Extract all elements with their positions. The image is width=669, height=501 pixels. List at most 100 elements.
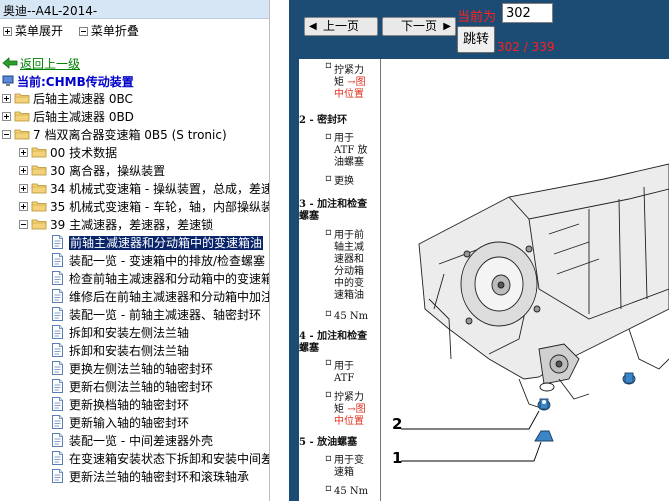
- tree-document-node[interactable]: 更换左侧法兰轴的轴密封环: [52, 361, 213, 379]
- expand-toggle-icon[interactable]: [19, 184, 28, 193]
- tree-node-label[interactable]: 更新换档轴的轴密封环: [69, 398, 189, 412]
- transmission-illustration: [401, 163, 669, 462]
- tree-folder-node[interactable]: 34 机械式变速箱 - 操纵装置，总成，差速: [19, 181, 269, 199]
- bullet-marker: ▫: [325, 453, 332, 464]
- tree-node-label[interactable]: 35 机械式变速箱 - 车轮，轴，内部操纵装: [50, 200, 269, 214]
- folder-icon: [31, 201, 47, 212]
- document-icon: [52, 379, 63, 393]
- page-number-input[interactable]: [502, 3, 553, 23]
- figure-link[interactable]: 图: [356, 404, 366, 415]
- legend-heading-5: 5 - 放油螺塞: [299, 437, 358, 448]
- tree-document-node[interactable]: 装配一览 - 中间差速器外壳: [52, 433, 213, 451]
- tree-node-label[interactable]: 更新输入轴的轴密封环: [69, 416, 189, 430]
- back-arrow-icon: [2, 57, 18, 69]
- next-page-button[interactable]: 下一页 ▶: [382, 17, 456, 36]
- legend-heading-3: 3 - 加注和检查 螺塞: [299, 199, 367, 223]
- figure-link[interactable]: 图: [356, 77, 366, 88]
- tree-node-label[interactable]: 后轴主减速器 0BD: [33, 110, 134, 124]
- arrow-right-icon: →: [347, 77, 356, 88]
- tree-folder-node[interactable]: 39 主减速器，差速器，差速锁: [19, 217, 213, 235]
- bullet-marker: ▫: [325, 60, 332, 71]
- tree-document-node[interactable]: 拆卸和安装左侧法兰轴: [52, 325, 189, 343]
- tree-node-label[interactable]: 维修后在前轴主减速器和分动箱中加注: [69, 290, 269, 304]
- tree-node-label[interactable]: 装配一览 - 中间差速器外壳: [69, 434, 213, 448]
- collapse-menu-button[interactable]: 菜单折叠: [78, 22, 139, 39]
- tree-document-node[interactable]: 更新输入轴的轴密封环: [52, 415, 189, 433]
- tree-document-node[interactable]: 更新法兰轴的轴密封环和滚珠轴承: [52, 469, 249, 487]
- tree-node-label[interactable]: 后轴主减速器 0BC: [33, 92, 133, 106]
- document-icon: [52, 451, 63, 465]
- tree-node-label[interactable]: 39 主减速器，差速器，差速锁: [50, 218, 213, 232]
- collapse-toggle-icon[interactable]: [2, 130, 11, 139]
- document-icon: [52, 253, 63, 267]
- folder-icon: [31, 183, 47, 194]
- legend-text: 拧紧力: [334, 392, 364, 403]
- pane-title: 奥迪--A4L-2014-: [0, 0, 269, 19]
- tree-document-node[interactable]: 更新换档轴的轴密封环: [52, 397, 189, 415]
- tree-document-node[interactable]: 拆卸和安装右侧法兰轴: [52, 343, 189, 361]
- legend-heading-line: 3 - 加注和检查: [299, 199, 368, 210]
- arrow-right-icon: ▶: [443, 21, 451, 32]
- callout-number-2: 2: [392, 415, 403, 433]
- legend-text: ATF: [334, 373, 355, 384]
- document-icon: [52, 433, 63, 447]
- tree-node-label[interactable]: 拆卸和安装右侧法兰轴: [69, 344, 189, 358]
- document-icon: [52, 235, 63, 249]
- legend-item-4-text: 用于 ATF: [334, 361, 354, 385]
- legend-heading-line: 4 - 加注和检查: [299, 331, 368, 342]
- expand-toggle-icon[interactable]: [2, 94, 11, 103]
- tree-node-label[interactable]: 检查前轴主减速器和分动箱中的变速箱: [69, 272, 269, 286]
- tree-node-label[interactable]: 装配一览 - 变速箱中的排放/检查螺塞: [69, 254, 265, 268]
- tree-folder-node[interactable]: 35 机械式变速箱 - 车轮，轴，内部操纵装: [19, 199, 269, 217]
- expand-toggle-icon[interactable]: [19, 202, 28, 211]
- document-icon: [52, 415, 63, 429]
- tree-node-label[interactable]: 34 机械式变速箱 - 操纵装置，总成，差速: [50, 182, 269, 196]
- document-icon: [52, 271, 63, 285]
- computer-icon: [2, 75, 14, 86]
- tree-document-node[interactable]: 维修后在前轴主减速器和分动箱中加注: [52, 289, 269, 307]
- bullet-marker: ▫: [325, 131, 332, 142]
- column-divider: [380, 59, 381, 501]
- expand-icon: [3, 27, 12, 36]
- tree-document-node[interactable]: 装配一览 - 变速箱中的排放/检查螺塞: [52, 253, 265, 271]
- folder-icon: [14, 111, 30, 122]
- expand-toggle-icon[interactable]: [19, 166, 28, 175]
- app-window: 奥迪--A4L-2014- 菜单展开 菜单折叠 返回上一级 当前:CHMB传动装…: [0, 0, 669, 501]
- figure-link[interactable]: 中位置: [334, 416, 366, 428]
- tree-node-label[interactable]: 7 档双离合器变速箱 0B5 (S tronic): [33, 128, 227, 142]
- expand-menu-button[interactable]: 菜单展开: [3, 22, 63, 39]
- expand-toggle-icon[interactable]: [19, 148, 28, 157]
- legend-item-5-text: 用于变 速箱: [334, 455, 364, 479]
- tree-node-label[interactable]: 30 离合器，操纵装置: [50, 164, 165, 178]
- tree-node-label[interactable]: 更新右侧法兰轴的轴密封环: [69, 380, 213, 394]
- tree-document-node[interactable]: 前轴主减速器和分动箱中的变速箱油: [52, 235, 264, 253]
- tree-folder-node[interactable]: 00 技术数据: [19, 145, 117, 163]
- tree-node-label[interactable]: 更换左侧法兰轴的轴密封环: [69, 362, 213, 376]
- tree-node-label[interactable]: 前轴主减速器和分动箱中的变速箱油: [69, 236, 264, 250]
- tree-node-label[interactable]: 拆卸和安装左侧法兰轴: [69, 326, 189, 340]
- tree-folder-node[interactable]: 7 档双离合器变速箱 0B5 (S tronic): [2, 127, 227, 145]
- back-link[interactable]: 返回上一级: [2, 55, 80, 72]
- tree-document-node[interactable]: 检查前轴主减速器和分动箱中的变速箱: [52, 271, 269, 289]
- tree-folder-node[interactable]: 30 离合器，操纵装置: [19, 163, 165, 181]
- tree-document-node[interactable]: 更新右侧法兰轴的轴密封环: [52, 379, 213, 397]
- collapse-toggle-icon[interactable]: [19, 220, 28, 229]
- legend-text: ATF 放: [334, 145, 368, 156]
- legend-text: 用于前: [334, 230, 364, 241]
- expand-toggle-icon[interactable]: [2, 112, 11, 121]
- tree-document-node[interactable]: 在变速箱安装状态下拆卸和安装中间差: [52, 451, 269, 469]
- tree-node-label[interactable]: 更新法兰轴的轴密封环和滚珠轴承: [69, 470, 249, 484]
- tree-node-label[interactable]: 在变速箱安装状态下拆卸和安装中间差: [69, 452, 269, 466]
- legend-text: 用于变: [334, 455, 364, 466]
- tree-node-label[interactable]: 00 技术数据: [50, 146, 117, 160]
- document-icon: [52, 361, 63, 375]
- current-page-label: 当前为: [457, 10, 497, 25]
- tree-node-label[interactable]: 装配一览 - 前轴主减速器、轴密封环: [69, 308, 261, 322]
- collapse-icon: [78, 27, 88, 36]
- figure-link[interactable]: 中位置: [334, 89, 366, 101]
- goto-page-button[interactable]: 跳转: [457, 26, 495, 53]
- tree-folder-node[interactable]: 后轴主减速器 0BC: [2, 91, 133, 109]
- tree-folder-node[interactable]: 后轴主减速器 0BD: [2, 109, 134, 127]
- previous-page-button[interactable]: ◀ 上一页: [304, 17, 378, 36]
- tree-document-node[interactable]: 装配一览 - 前轴主减速器、轴密封环: [52, 307, 261, 325]
